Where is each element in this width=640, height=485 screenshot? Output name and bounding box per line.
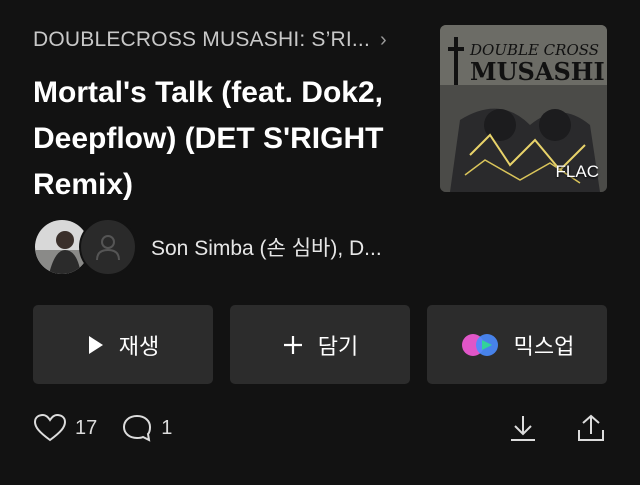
track-title: Mortal's Talk (feat. Dok2, Deepflow) (DE… <box>33 76 384 201</box>
album-title: DOUBLECROSS MUSASHI: S’RI... <box>33 28 370 51</box>
add-button[interactable]: 담기 <box>230 305 410 384</box>
person-icon <box>96 235 120 261</box>
like-count: 17 <box>75 416 98 439</box>
action-buttons: 재생 담기 믹스업 <box>33 305 607 384</box>
album-cover[interactable]: DOUBLE CROSS MUSASHI FLAC <box>440 25 607 192</box>
artist-avatar-placeholder[interactable] <box>79 218 137 276</box>
add-label: 담기 <box>317 333 359 359</box>
play-icon <box>88 335 103 354</box>
chevron-right-icon: › <box>380 28 387 51</box>
plus-icon <box>283 335 302 354</box>
play-button[interactable]: 재생 <box>33 305 213 384</box>
comment-count: 1 <box>161 416 173 439</box>
play-label: 재생 <box>118 333 160 359</box>
download-icon[interactable] <box>507 412 539 444</box>
comment-button[interactable]: 1 <box>121 413 172 443</box>
heart-icon <box>33 413 67 442</box>
album-link[interactable]: DOUBLECROSS MUSASHI: S’RI... › <box>33 28 387 52</box>
artist-row[interactable]: Son Simba (손 심바), D... <box>33 218 382 276</box>
mixup-icon <box>461 333 498 356</box>
like-button[interactable]: 17 <box>33 413 97 443</box>
mixup-label: 믹스업 <box>513 333 575 359</box>
mixup-button[interactable]: 믹스업 <box>427 305 607 384</box>
cover-art-text-main: MUSASHI <box>470 57 605 86</box>
comment-icon <box>123 414 152 442</box>
flac-badge: FLAC <box>555 162 599 181</box>
bottom-bar: 17 1 <box>33 408 607 448</box>
share-icon[interactable] <box>575 412 607 444</box>
artist-names: Son Simba (손 심바), D... <box>151 237 382 260</box>
right-icons <box>507 412 607 444</box>
